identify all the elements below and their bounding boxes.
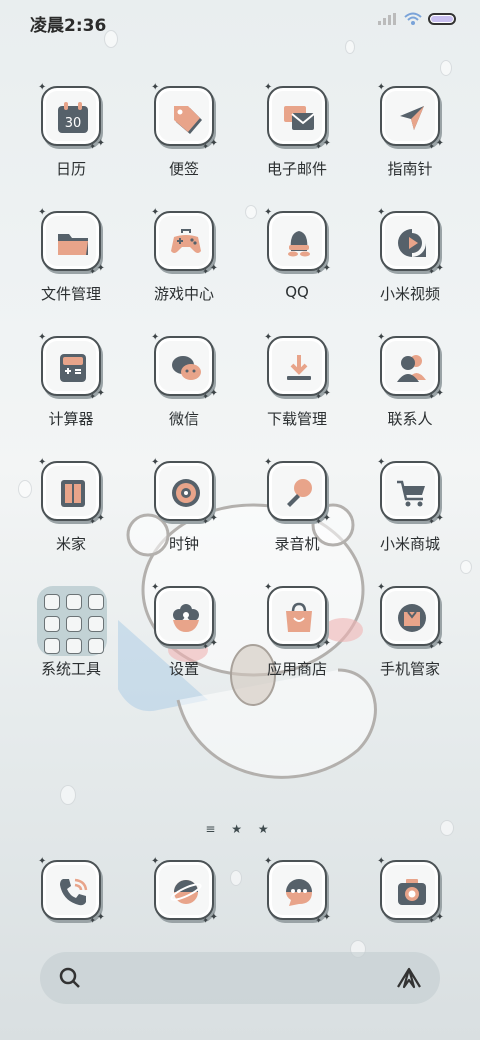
email-icon bbox=[284, 106, 315, 130]
app-file-manager[interactable]: ✦ ✦ ✦ 文件管理 bbox=[15, 208, 125, 321]
calculator-icon bbox=[60, 354, 86, 382]
app-qq[interactable]: ✦ ✦ ✦ QQ bbox=[241, 208, 351, 321]
app-mi-video[interactable]: ✦ ✦ ✦ 小米视频 bbox=[354, 208, 464, 321]
app-label: 小米商城 bbox=[379, 535, 440, 553]
camera-icon bbox=[398, 879, 426, 905]
app-label: 文件管理 bbox=[40, 285, 101, 303]
security-icon bbox=[398, 604, 426, 632]
qq-penguin-icon bbox=[288, 231, 310, 257]
app-label: QQ bbox=[285, 283, 309, 301]
app-label: 游戏中心 bbox=[153, 285, 214, 303]
app-calculator[interactable]: ✦ ✦ ✦ 计算器 bbox=[15, 333, 125, 446]
mijia-icon bbox=[61, 480, 85, 507]
app-label: 时钟 bbox=[168, 535, 199, 553]
app-clock[interactable]: ✦ ✦ ✦ 时钟 bbox=[128, 458, 238, 571]
gamepad-icon bbox=[171, 229, 201, 253]
app-label: 录音机 bbox=[274, 535, 320, 553]
app-label: 日历 bbox=[55, 160, 86, 178]
compass-icon bbox=[400, 106, 424, 130]
video-play-icon bbox=[398, 229, 426, 257]
app-label: 手机管家 bbox=[379, 660, 440, 678]
app-label: 设置 bbox=[168, 660, 199, 678]
calendar-icon: 30 bbox=[58, 102, 88, 133]
app-label: 联系人 bbox=[387, 410, 433, 428]
status-time: 凌晨2:36 bbox=[30, 16, 107, 36]
notes-tag-icon bbox=[174, 106, 202, 134]
app-settings[interactable]: ✦ ✦ ✦ 设置 bbox=[128, 583, 238, 696]
app-compass[interactable]: ✦ ✦ ✦ 指南针 bbox=[354, 83, 464, 196]
calendar-day: 30 bbox=[65, 116, 82, 131]
app-label: 小米视频 bbox=[379, 285, 440, 303]
app-game-center[interactable]: ✦ ✦ ✦ 游戏中心 bbox=[128, 208, 238, 321]
app-label: 计算器 bbox=[48, 410, 94, 428]
app-mijia[interactable]: ✦ ✦ ✦ 米家 bbox=[15, 458, 125, 571]
wechat-icon bbox=[172, 356, 201, 380]
messages-icon bbox=[286, 879, 312, 906]
app-recorder[interactable]: ✦ ✦ ✦ 录音机 bbox=[241, 458, 351, 571]
download-icon bbox=[287, 355, 311, 380]
settings-flower-icon bbox=[173, 604, 199, 632]
app-label: 电子邮件 bbox=[266, 160, 327, 178]
page-indicator[interactable]: ≡ ★ ★ bbox=[0, 822, 480, 836]
wifi-icon bbox=[404, 12, 422, 25]
app-email[interactable]: ✦ ✦ ✦ 电子邮件 bbox=[241, 83, 351, 196]
app-label: 便签 bbox=[168, 160, 199, 178]
dock: ✦ ✦ ✦ ✦ ✦ ✦ ✦ ✦ ✦ ✦ ✦ ✦ bbox=[0, 857, 480, 930]
search-icon[interactable] bbox=[58, 966, 82, 990]
contacts-icon bbox=[397, 355, 426, 382]
status-bar: 凌晨2:36 bbox=[0, 0, 480, 44]
app-label: 微信 bbox=[168, 410, 199, 428]
battery-icon bbox=[428, 13, 456, 25]
app-notes[interactable]: ✦ ✦ ✦ 便签 bbox=[128, 83, 238, 196]
signal-icon bbox=[378, 13, 396, 25]
folder-icon bbox=[58, 234, 88, 255]
clock-icon bbox=[172, 479, 200, 507]
assistant-icon[interactable] bbox=[396, 966, 422, 990]
app-label: 米家 bbox=[55, 535, 86, 553]
app-security[interactable]: ✦ ✦ ✦ 手机管家 bbox=[354, 583, 464, 696]
browser-planet-icon bbox=[170, 880, 202, 904]
shopping-cart-icon bbox=[397, 480, 425, 507]
app-mi-store[interactable]: ✦ ✦ ✦ 小米商城 bbox=[354, 458, 464, 571]
app-calendar[interactable]: ✦ ✦ ✦ 30 日历 bbox=[15, 83, 125, 196]
app-label: 指南针 bbox=[387, 160, 433, 178]
folder-grid-icon bbox=[37, 586, 107, 656]
folder-system-tools[interactable]: 系统工具 bbox=[15, 586, 125, 696]
store-bag-icon bbox=[286, 602, 312, 632]
app-label: 应用商店 bbox=[266, 660, 327, 678]
app-label: 系统工具 bbox=[40, 660, 101, 678]
microphone-icon bbox=[287, 479, 312, 507]
app-contacts[interactable]: ✦ ✦ ✦ 联系人 bbox=[354, 333, 464, 446]
search-bar[interactable] bbox=[40, 952, 440, 1004]
app-app-store[interactable]: ✦ ✦ ✦ 应用商店 bbox=[241, 583, 351, 696]
app-label: 下载管理 bbox=[266, 410, 327, 428]
app-wechat[interactable]: ✦ ✦ ✦ 微信 bbox=[128, 333, 238, 446]
app-downloads[interactable]: ✦ ✦ ✦ 下载管理 bbox=[241, 333, 351, 446]
phone-icon bbox=[60, 878, 88, 906]
